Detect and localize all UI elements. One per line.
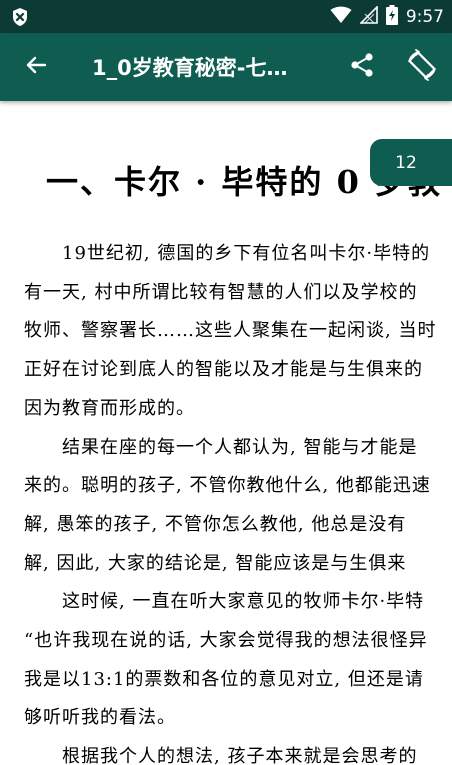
status-icons: 9:57 bbox=[330, 0, 444, 33]
text-line: 够听听我的看法。 bbox=[24, 707, 176, 729]
text-line: 这时候, 一直在听大家意见的牧师卡尔·毕特 bbox=[62, 591, 425, 613]
share-icon bbox=[349, 52, 375, 82]
back-button[interactable] bbox=[16, 47, 56, 87]
text-line: 19世纪初, 德国的乡下有位名叫卡尔·毕特的 bbox=[62, 243, 431, 264]
status-time: 9:57 bbox=[405, 6, 444, 27]
app-bar: 1_0岁教育秘密-七… bbox=[0, 33, 452, 101]
text-line: “也许我现在说的话, 大家会觉得我的想法很怪异 bbox=[24, 630, 428, 651]
screen-rotation-button[interactable] bbox=[400, 45, 444, 89]
signal-icon bbox=[358, 4, 378, 28]
shield-x-icon bbox=[10, 7, 30, 27]
text-line: 我是以13:1的票数和各位的意见对立, 但还是请 bbox=[24, 668, 424, 690]
app-title: 1_0岁教育秘密-七… bbox=[92, 56, 288, 80]
text-line: 结果在座的每一个人都认为, 智能与才能是 bbox=[62, 436, 418, 458]
page-number-badge: 12 bbox=[370, 139, 452, 186]
text-line: 正好在讨论到底人的智能以及才能是与生俱来的 bbox=[24, 359, 423, 381]
text-line: 有一天, 村中所谓比较有智慧的人们以及学校的 bbox=[24, 281, 418, 303]
text-line: 解, 因此, 大家的结论是, 智能应该是与生俱来 bbox=[24, 552, 407, 574]
status-bar: 9:57 bbox=[0, 0, 452, 33]
arrow-left-icon bbox=[24, 53, 48, 81]
text-line: 牧师、警察署长……这些人聚集在一起闲谈, 当时 bbox=[24, 320, 437, 342]
document-page[interactable]: 一、卡尔 · 毕特的 0 岁教 19世纪初, 德国的乡下有位名叫卡尔·毕特的 有一… bbox=[0, 101, 452, 765]
wifi-icon bbox=[330, 6, 352, 28]
share-button[interactable] bbox=[342, 47, 382, 87]
text-line: 解, 愚笨的孩子, 不管你怎么教他, 他总是没有 bbox=[24, 513, 407, 535]
screen-rotation-icon bbox=[405, 48, 439, 86]
text-line: 根据我个人的想法, 孩子本来就是会思考的 bbox=[62, 746, 418, 765]
battery-charging-icon bbox=[385, 4, 398, 29]
text-line: 因为教育而形成的。 bbox=[24, 397, 195, 419]
text-line: 来的。聪明的孩子, 不管你教他什么, 他都能迅速 bbox=[24, 475, 431, 497]
